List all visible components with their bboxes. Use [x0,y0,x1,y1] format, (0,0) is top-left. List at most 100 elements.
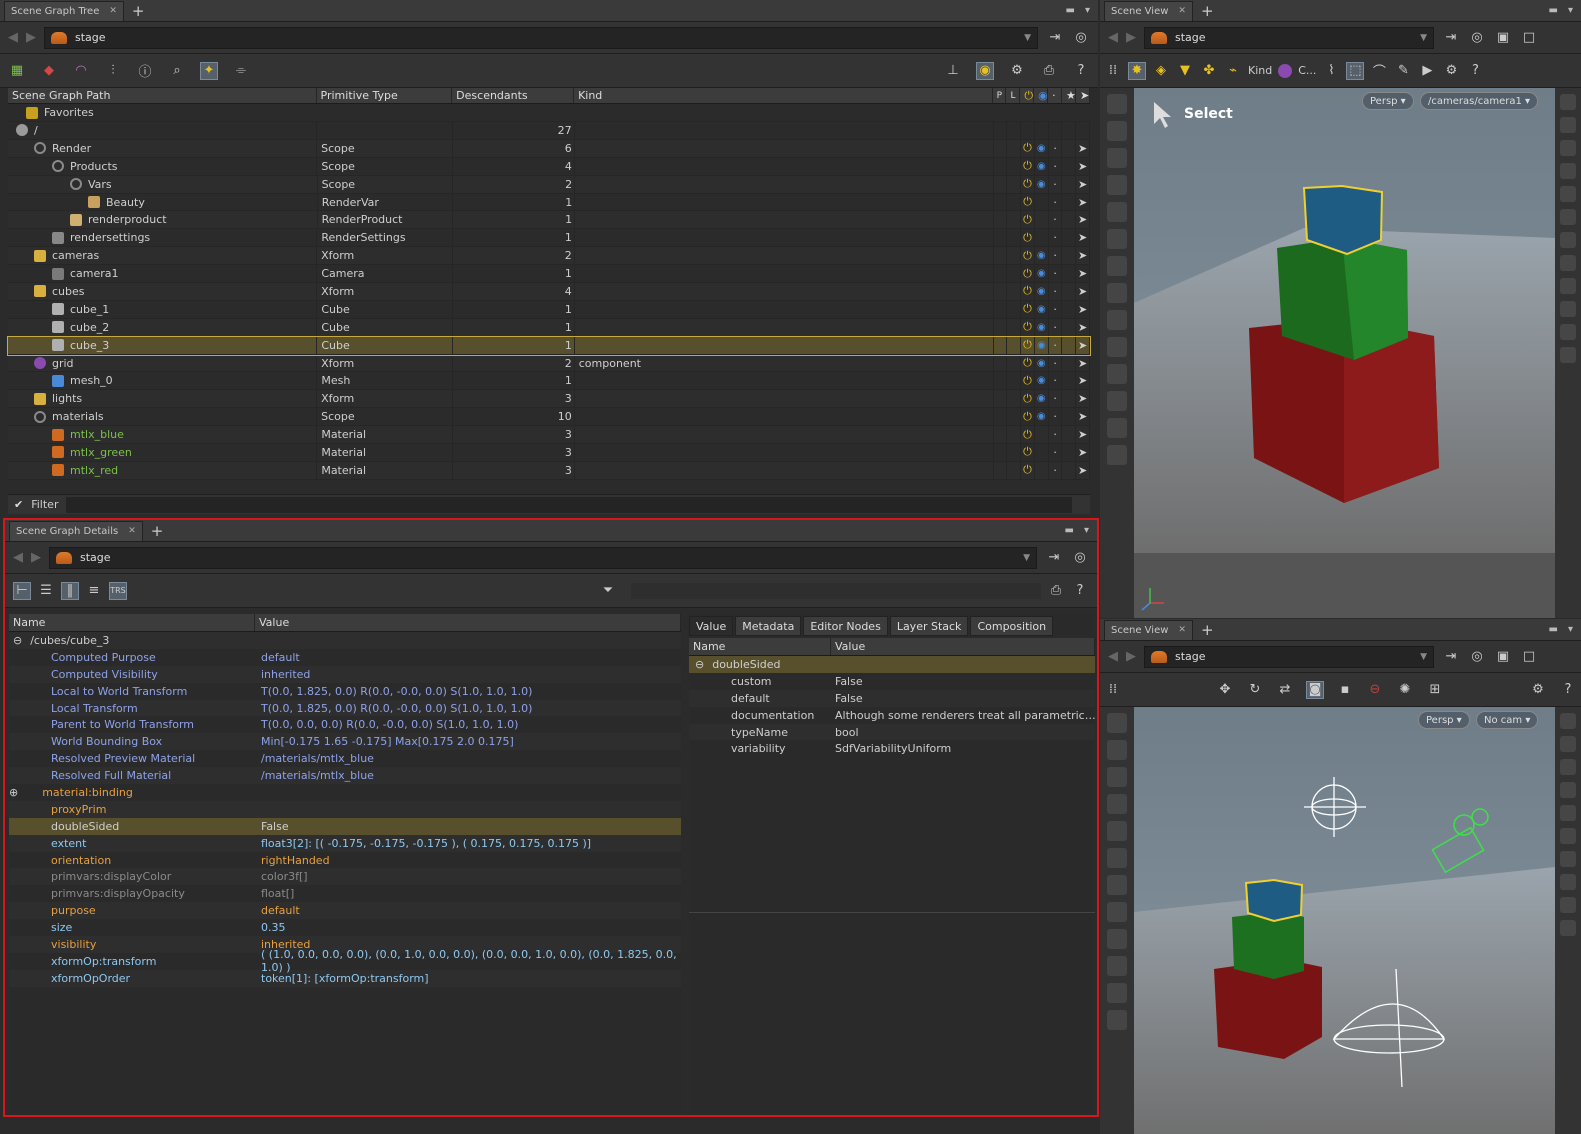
attribute-row[interactable]: extent float3[2]: [( -0.175, -0.175, -0.1… [9,834,681,852]
dot-icon[interactable]: · [1049,426,1063,444]
ruler-icon[interactable] [1107,418,1127,438]
active-toggle-icon[interactable]: ⏻ [1021,408,1035,426]
camera-tool-icon[interactable] [1107,364,1127,384]
scale-icon[interactable] [1107,283,1127,303]
stage-path-field[interactable]: stage ▼ [44,26,1038,49]
attribute-row[interactable]: xformOp:transform ( (1.0, 0.0, 0.0, 0.0),… [9,948,681,974]
split-view-icon[interactable]: ‖ [61,581,79,600]
link-icon[interactable]: ◎ [1468,648,1486,666]
path-cell[interactable]: rendersettings [8,229,318,247]
highlight-icon[interactable]: ✦ [200,61,218,80]
active-toggle-icon[interactable]: ⏻ [1021,372,1035,390]
chevron-down-icon[interactable]: ▾ [1085,5,1090,16]
add-tab-icon[interactable]: + [151,522,164,540]
lock-icon[interactable] [1107,740,1127,760]
selectable-icon[interactable]: ➤ [1076,283,1091,300]
path-cell[interactable]: mesh_0 [8,372,318,390]
star-icon[interactable] [1062,175,1077,193]
lock-view-icon[interactable] [1560,140,1576,156]
cube-view-icon[interactable]: ▣ [1494,29,1512,47]
camera-dropdown[interactable]: No cam ▾ [1476,711,1539,729]
tree-row[interactable]: cube_2 Cube 1 ⏻ ◉ · ➤ [8,318,1091,337]
rotate-handle-icon[interactable]: ↻ [1246,681,1264,699]
attribute-row[interactable]: primvars:displayColor color3f[] [9,868,681,886]
maximize-icon[interactable]: ▬ [1066,5,1075,16]
dot-icon[interactable]: · [1049,300,1063,318]
brush-icon[interactable]: ✎ [1394,62,1412,80]
dot-icon[interactable]: · [1049,336,1063,354]
selectable-icon[interactable]: ➤ [1076,390,1091,408]
star-icon[interactable] [1062,247,1077,265]
shade-icon[interactable] [1560,805,1576,821]
filter-input[interactable] [66,496,1072,513]
reset-icon[interactable] [1560,347,1576,363]
close-icon[interactable]: ✕ [109,6,117,16]
snap-icon[interactable] [1107,956,1127,976]
tree-row[interactable]: mtlx_red Material 3 ⏻ · ➤ [8,461,1091,480]
arrow-select-icon[interactable] [1107,94,1127,114]
light-icon[interactable] [1560,828,1576,844]
path-cell[interactable]: renderproduct [8,211,318,229]
light-icon[interactable] [1560,209,1576,225]
visibility-toggle-icon[interactable]: ◉ [1035,157,1049,175]
rows-view-icon[interactable]: ≡ [85,582,103,600]
col-header-value[interactable]: Value [255,614,681,631]
pose-icon[interactable] [1107,202,1127,222]
col-header-dot-icon[interactable]: · [1048,88,1062,103]
visibility-toggle-icon[interactable]: ◉ [1035,318,1049,336]
light-tool-icon[interactable] [1107,1010,1127,1030]
metadata-row[interactable]: custom False [689,673,1095,690]
list-view-icon[interactable]: ☰ [37,582,55,600]
tree-row[interactable]: mesh_0 Mesh 1 ⏻ ◉ · ➤ [8,372,1091,391]
path-cell[interactable]: Products [8,157,318,175]
chevron-down-icon[interactable]: ▾ [1084,525,1089,536]
col-header-p[interactable]: P [993,88,1007,103]
gear-icon[interactable]: ⚙ [1529,681,1547,699]
path-cell[interactable]: mtlx_blue [8,426,318,444]
star-icon[interactable] [1062,193,1077,211]
path-cell[interactable]: grid [8,354,318,372]
viewport-3d-bottom[interactable] [1134,707,1555,1134]
active-toggle-icon[interactable]: ⏻ [1021,461,1035,479]
tree-row[interactable]: Products Scope 4 ⏻ ◉ · ➤ [8,157,1091,176]
chevron-down-icon[interactable]: ▾ [1568,624,1573,635]
star-icon[interactable] [1062,426,1077,444]
tree-row[interactable]: mtlx_blue Material 3 ⏻ · ➤ [8,426,1091,445]
dot-icon[interactable]: · [1049,318,1063,336]
col-header-value[interactable]: Value [831,638,1095,655]
person-icon[interactable] [1560,255,1576,271]
col-header-type[interactable]: Primitive Type [317,88,453,103]
path-cell[interactable]: camera1 [8,265,318,283]
selectable-icon[interactable]: ➤ [1076,229,1091,247]
col-header-kind[interactable]: Kind [574,88,993,103]
kind-dropdown[interactable]: C... [1298,64,1316,77]
ghost-icon[interactable] [1560,163,1576,179]
magnet-icon[interactable] [1107,767,1127,787]
add-tab-icon[interactable]: + [1201,621,1214,639]
gear-icon[interactable]: ⚙ [1008,62,1026,80]
tab-metadata[interactable]: Metadata [735,616,802,636]
col-header-active-icon[interactable]: ⏻ [1020,88,1035,103]
camera-dropdown[interactable]: /cameras/camera1 ▾ [1420,92,1539,110]
attribute-row[interactable]: ⊕ material:binding [9,784,681,801]
play-icon[interactable]: ▶ [1418,62,1436,80]
star-icon[interactable] [1062,157,1077,175]
chevron-down-icon[interactable]: ▾ [1568,5,1573,16]
tab-scene-graph-details[interactable]: Scene Graph Details ✕ [9,520,143,541]
stage-path-field[interactable]: stage ▼ [1144,645,1434,668]
selectable-icon[interactable]: ➤ [1076,265,1091,283]
pose-icon[interactable] [1107,821,1127,841]
star-icon[interactable] [1062,444,1077,461]
col-header-l[interactable]: L [1006,88,1021,103]
solo-icon[interactable]: ◉ [976,61,994,80]
help-icon[interactable]: ? [1072,62,1090,80]
close-icon[interactable]: ✕ [1178,6,1186,16]
expand-icon[interactable]: ⊕ [9,786,18,799]
star-icon[interactable] [1062,461,1077,479]
star-icon[interactable] [1062,318,1077,336]
collapse-icon[interactable]: ⊖ [13,634,22,647]
selectable-icon[interactable]: ➤ [1076,300,1091,318]
person-icon[interactable] [1560,874,1576,890]
tree-row[interactable]: cubes Xform 4 ⏻ ◉ · ➤ [8,283,1091,301]
wireframe-icon[interactable] [1560,117,1576,133]
